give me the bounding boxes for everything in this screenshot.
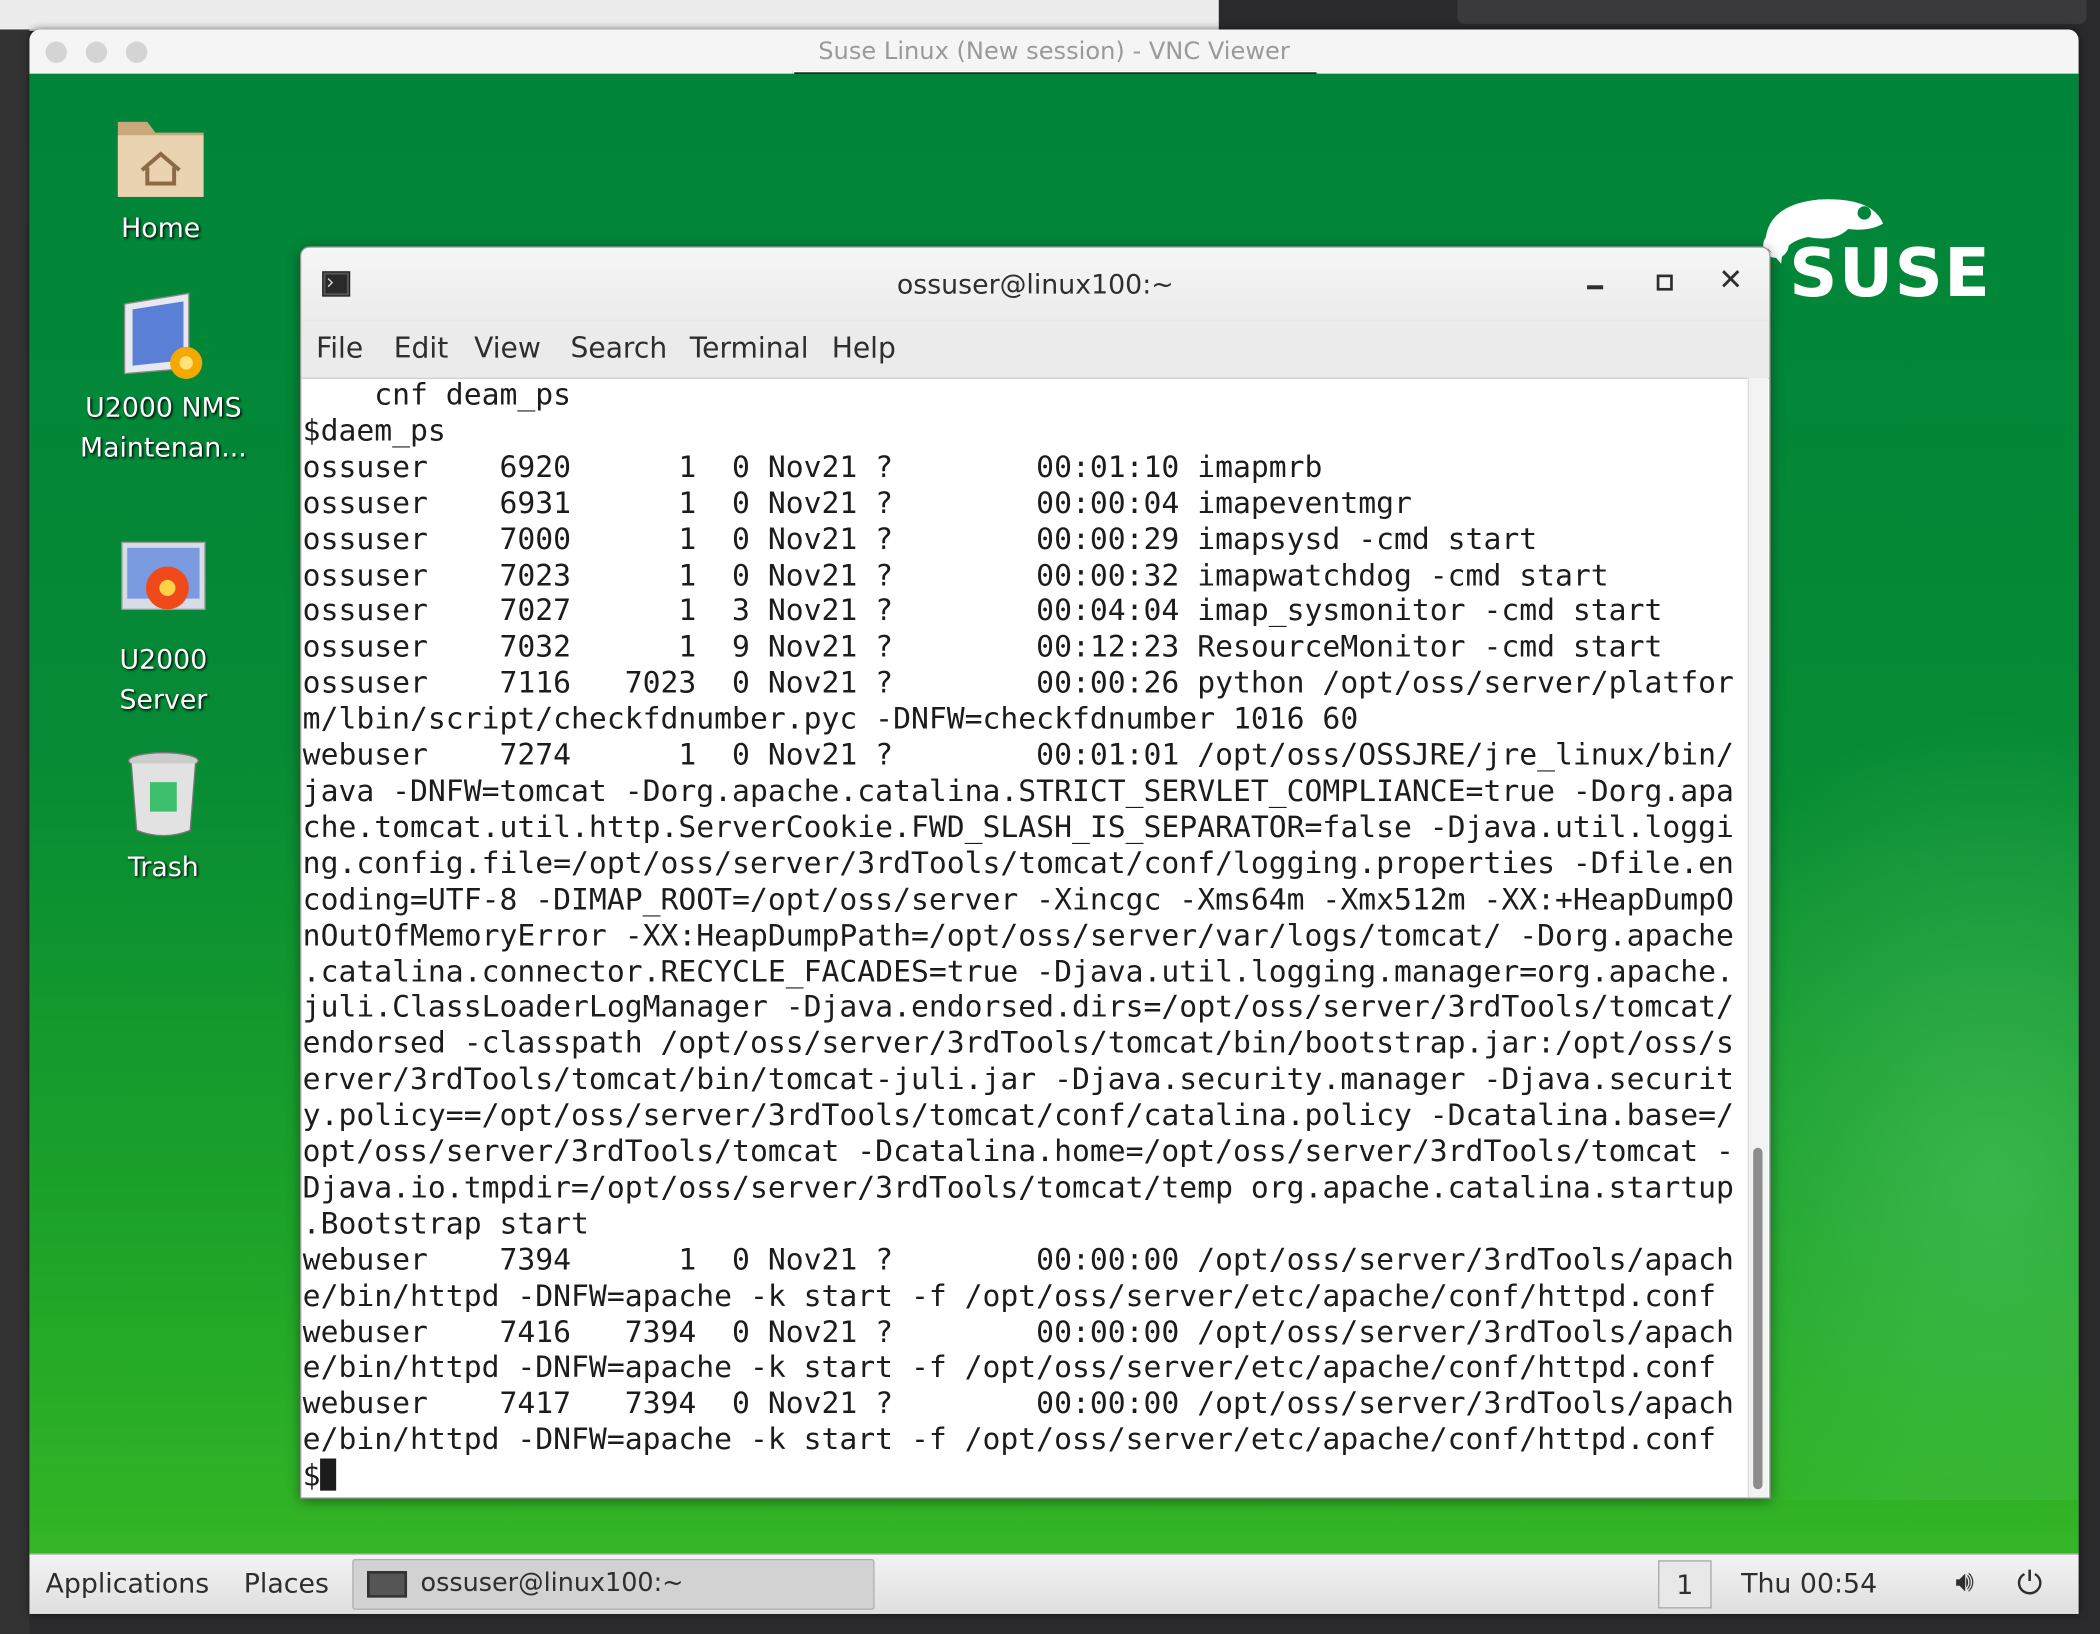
menu-view[interactable]: View — [474, 332, 541, 364]
terminal-line: coding=UTF-8 -DIMAP_ROOT=/opt/oss/server… — [302, 882, 1734, 918]
desktop-icon-label: U2000 NMS Maintenan... — [79, 391, 247, 464]
terminal-line: m/lbin/script/checkfdnumber.pyc -DNFW=ch… — [302, 702, 1359, 737]
desktop-icon-label: U2000 Server — [119, 642, 208, 716]
vnc-titlebar: Suse Linux (New session) - VNC Viewer — [29, 29, 2079, 80]
terminal-line: webuser 7417 7394 0 Nov21 ? 00:00:00 /op… — [302, 1386, 1734, 1422]
desktop-icon-u2000-nms[interactable]: U2000 NMS Maintenan... — [76, 291, 250, 468]
desktop-icon-trash[interactable]: Trash — [76, 750, 250, 887]
desktop-icon-label: Home — [121, 211, 201, 244]
terminal-line: .Bootstrap start — [302, 1206, 589, 1242]
terminal-line: juli.ClassLoaderLogManager -Djava.endors… — [302, 990, 1734, 1026]
taskbar-window-label: ossuser@linux100:~ — [420, 1568, 684, 1598]
terminal-menubar: File Edit View Search Terminal Help — [301, 320, 1770, 380]
power-icon[interactable]: ⏻ — [2017, 1555, 2042, 1611]
terminal-line: webuser 7274 1 0 Nov21 ? 00:01:01 /opt/o… — [302, 738, 1734, 773]
terminal-line: e/bin/httpd -DNFW=apache -k start -f /op… — [302, 1350, 1717, 1386]
vnc-title: Suse Linux (New session) - VNC Viewer — [818, 37, 1290, 66]
terminal-app-icon — [366, 1570, 408, 1598]
terminal-text: cnf deam_ps $daem_ps ossuser 6920 1 0 Nov2… — [303, 378, 1744, 1495]
terminal-line: Djava.io.tmpdir=/opt/oss/server/3rdTools… — [302, 1170, 1734, 1206]
terminal-line: opt/oss/server/3rdTools/tomcat -Dcatalin… — [302, 1134, 1734, 1170]
taskbar-window-button[interactable]: ossuser@linux100:~ — [352, 1558, 875, 1610]
close-icon[interactable]: ✕ — [1718, 264, 1743, 297]
terminal-line: ossuser 6931 1 0 Nov21 ? 00:00:04 imapev… — [302, 485, 1412, 521]
terminal-prompt-line[interactable]: $ — [302, 1458, 1744, 1495]
terminal-line: cnf deam_ps — [302, 377, 572, 413]
monitor-gear-icon — [123, 292, 203, 380]
minimize-icon[interactable] — [1587, 285, 1604, 290]
places-menu[interactable]: Places — [244, 1555, 329, 1611]
terminal-scrollbar[interactable] — [1747, 377, 1768, 1498]
linux-desktop: Home U2000 NMS Maintenan... U2000 Server — [29, 73, 2079, 1554]
terminal-line: webuser 7394 1 0 Nov21 ? 00:00:00 /opt/o… — [302, 1242, 1734, 1278]
home-folder-icon — [117, 121, 204, 197]
terminal-title: ossuser@linux100:~ — [896, 267, 1174, 301]
menu-file[interactable]: File — [316, 332, 363, 364]
menu-terminal[interactable]: Terminal — [690, 332, 809, 364]
terminal-line: ossuser 7027 1 3 Nov21 ? 00:04:04 imap_s… — [302, 593, 1663, 629]
taskbar: Applications Places ossuser@linux100:~ 1… — [29, 1553, 2079, 1614]
host-app-sidebar — [0, 29, 30, 1634]
desktop-icon-u2000-server[interactable]: U2000 Server — [76, 540, 250, 719]
terminal-line: y.policy==/opt/oss/server/3rdTools/tomca… — [302, 1098, 1734, 1134]
workspace-switcher[interactable]: 1 — [1658, 1560, 1712, 1609]
terminal-line: e/bin/httpd -DNFW=apache -k start -f /op… — [302, 1278, 1717, 1314]
prompt: $ — [302, 1458, 321, 1494]
host-search-field[interactable] — [1457, 0, 2087, 25]
terminal-titlebar[interactable]: ossuser@linux100:~ ✕ — [301, 247, 1770, 322]
host-window-strip — [0, 0, 1219, 31]
terminal-line: ossuser 7000 1 0 Nov21 ? 00:00:29 imapsy… — [302, 521, 1538, 557]
screen: Suse Linux (New session) - VNC Viewer Ho… — [0, 0, 2100, 1634]
terminal-line: e/bin/httpd -DNFW=apache -k start -f /op… — [302, 1422, 1717, 1458]
terminal-line: $daem_ps — [302, 413, 446, 449]
terminal-line: che.tomcat.util.http.ServerCookie.FWD_SL… — [302, 810, 1734, 845]
terminal-line: endorsed -classpath /opt/oss/server/3rdT… — [302, 1026, 1734, 1062]
server-gear-icon — [121, 541, 206, 611]
terminal-line: ossuser 7032 1 9 Nov21 ? 00:12:23 Resour… — [302, 629, 1663, 665]
menu-search[interactable]: Search — [571, 332, 668, 364]
terminal-line: webuser 7416 7394 0 Nov21 ? 00:00:00 /op… — [302, 1314, 1734, 1350]
desktop-icon-home[interactable]: Home — [74, 114, 248, 248]
desktop-icon-label: Trash — [127, 850, 199, 883]
terminal-line: ossuser 7116 7023 0 Nov21 ? 00:00:26 pyt… — [302, 665, 1734, 701]
terminal-line: ossuser 7023 1 0 Nov21 ? 00:00:32 imapwa… — [302, 557, 1609, 593]
terminal-line: ng.config.file=/opt/oss/server/3rdTools/… — [302, 846, 1734, 881]
terminal-line: nOutOfMemoryError -XX:HeapDumpPath=/opt/… — [302, 918, 1734, 954]
terminal-line: java -DNFW=tomcat -Dorg.apache.catalina.… — [302, 774, 1734, 809]
scrollbar-thumb[interactable] — [1753, 1147, 1763, 1490]
suse-wordmark: SUSE — [1789, 234, 1992, 313]
volume-icon[interactable]: 🔊︎ — [1955, 1555, 1974, 1611]
clock[interactable]: Thu 00:54 — [1741, 1555, 1877, 1611]
applications-menu[interactable]: Applications — [46, 1555, 210, 1611]
suse-logo: SUSE — [1749, 192, 1992, 313]
vnc-viewer-window: Suse Linux (New session) - VNC Viewer Ho… — [29, 29, 2079, 1614]
terminal-line: .catalina.connector.RECYCLE_FACADES=true… — [302, 954, 1734, 990]
menu-help[interactable]: Help — [832, 332, 896, 364]
terminal-line: erver/3rdTools/tomcat/bin/tomcat-juli.ja… — [302, 1062, 1734, 1098]
text-cursor — [320, 1458, 337, 1491]
menu-edit[interactable]: Edit — [394, 332, 448, 364]
terminal-window: ossuser@linux100:~ ✕ File Edit View Sear… — [300, 246, 1771, 1499]
maximize-icon[interactable] — [1656, 274, 1673, 291]
terminal-line: ossuser 6920 1 0 Nov21 ? 00:01:10 imapmr… — [302, 449, 1323, 485]
terminal-output[interactable]: cnf deam_ps $daem_ps ossuser 6920 1 0 Nov2… — [303, 378, 1744, 1498]
trash-icon — [127, 752, 199, 837]
